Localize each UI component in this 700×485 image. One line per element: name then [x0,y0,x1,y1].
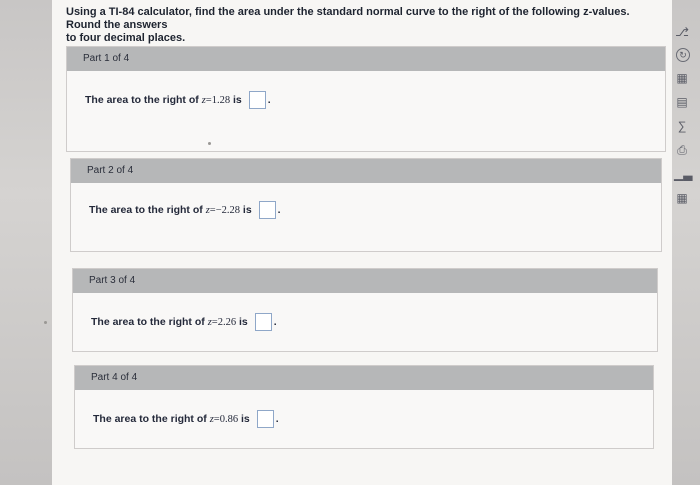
part-1-card: Part 1 of 4 The area to the right of z=1… [66,46,666,152]
part-4-card: Part 4 of 4 The area to the right of z=0… [74,365,654,449]
print-icon[interactable]: ⎙ [674,142,690,158]
part-2-header: Part 2 of 4 [71,159,661,183]
table-icon[interactable]: ▤ [674,94,690,110]
part-3-prompt: The area to the right of z=2.26 is . [73,293,657,331]
key-icon[interactable]: ⎇ [674,24,690,40]
part-2-answer-input[interactable] [258,201,276,219]
part-4-answer-input[interactable] [256,410,274,428]
chart-icon[interactable]: ▁▃ [674,166,692,182]
question-line-2: to four decimal places. [66,32,186,44]
formula-icon[interactable]: ∑ [674,118,690,134]
part-3-header: Part 3 of 4 [73,269,657,293]
refresh-icon[interactable]: ↻ [676,48,690,62]
part-3-answer-input[interactable] [254,313,272,331]
part-2-prompt: The area to the right of z=−2.28 is . [71,183,661,219]
question-text: Using a TI-84 calculator, find the area … [66,6,666,45]
part-3-card: Part 3 of 4 The area to the right of z=2… [72,268,658,352]
part-1-header: Part 1 of 4 [67,47,665,71]
screen-speck [44,321,47,324]
tools-sidebar: ⎇ ↻ ▦ ▤ ∑ ⎙ ▁▃ ▦ [672,24,692,214]
question-line-1: Using a TI-84 calculator, find the area … [66,6,630,31]
calculator-icon[interactable]: ▦ [674,70,690,86]
screen-speck [208,142,211,145]
part-4-header: Part 4 of 4 [75,366,653,390]
part-4-prompt: The area to the right of z=0.86 is . [75,390,653,428]
grid-icon[interactable]: ▦ [674,190,690,206]
part-2-card: Part 2 of 4 The area to the right of z=−… [70,158,662,252]
part-1-prompt: The area to the right of z=1.28 is . [67,71,665,109]
part-1-answer-input[interactable] [248,91,266,109]
